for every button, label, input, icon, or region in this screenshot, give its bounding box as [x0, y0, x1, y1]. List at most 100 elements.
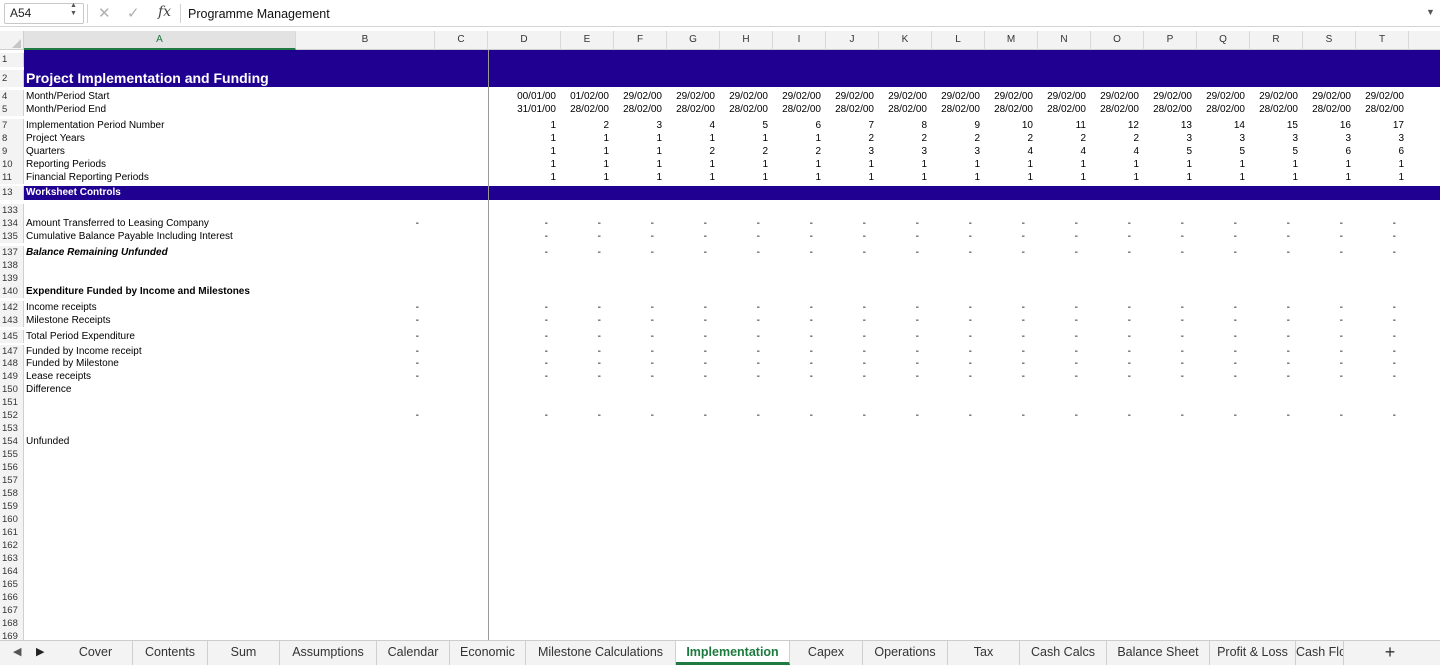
formula-input[interactable] — [188, 5, 1408, 22]
empty-value[interactable]: - — [1075, 370, 1078, 383]
empty-value[interactable]: - — [1181, 370, 1184, 383]
timeline-value[interactable]: 1 — [1133, 158, 1139, 171]
sheet-tab-capex[interactable]: Capex — [790, 641, 863, 665]
timeline-value[interactable]: 1 — [550, 171, 556, 184]
empty-value[interactable]: - — [1393, 217, 1396, 230]
timeline-value[interactable]: 2 — [709, 145, 715, 158]
empty-value[interactable]: - — [757, 370, 760, 383]
timeline-value[interactable]: 29/02/00 — [941, 90, 980, 103]
row-header[interactable]: 11 — [0, 171, 24, 184]
timeline-value[interactable]: 4 — [709, 119, 715, 132]
timeline-value[interactable]: 4 — [1133, 145, 1139, 158]
sheet-tab-cash-calcs[interactable]: Cash Calcs — [1020, 641, 1107, 665]
timeline-value[interactable]: 1 — [550, 119, 556, 132]
empty-value[interactable]: - — [810, 230, 813, 243]
tab-scroll-right-icon[interactable]: ▶ — [36, 645, 44, 658]
row-header[interactable]: 10 — [0, 158, 24, 171]
column-b-value[interactable]: - — [416, 357, 419, 370]
column-header-r[interactable]: R — [1250, 31, 1303, 50]
timeline-value[interactable]: 1 — [1345, 171, 1351, 184]
chevron-down-icon[interactable]: ▼ — [1426, 7, 1435, 17]
timeline-value[interactable]: 29/02/00 — [835, 90, 874, 103]
empty-value[interactable]: - — [598, 230, 601, 243]
empty-value[interactable]: - — [1181, 301, 1184, 314]
empty-value[interactable]: - — [651, 230, 654, 243]
timeline-value[interactable]: 00/01/00 — [517, 90, 556, 103]
empty-value[interactable]: - — [1340, 357, 1343, 370]
timeline-value[interactable]: 4 — [1080, 145, 1086, 158]
timeline-value[interactable]: 2 — [974, 132, 980, 145]
empty-value[interactable]: - — [1128, 246, 1131, 259]
timeline-value[interactable]: 1 — [1292, 171, 1298, 184]
row-header[interactable]: 155 — [0, 448, 24, 461]
row-label[interactable]: Amount Transferred to Leasing Company — [26, 217, 209, 230]
empty-value[interactable]: - — [757, 246, 760, 259]
timeline-value[interactable]: 1 — [656, 171, 662, 184]
empty-value[interactable]: - — [863, 314, 866, 327]
column-header-b[interactable]: B — [296, 31, 435, 50]
row-label[interactable]: Income receipts — [26, 301, 97, 314]
timeline-value[interactable]: 1 — [921, 171, 927, 184]
empty-value[interactable]: - — [1340, 301, 1343, 314]
row-label[interactable]: Milestone Receipts — [26, 314, 110, 327]
timeline-value[interactable]: 12 — [1128, 119, 1139, 132]
row-label[interactable]: Expenditure Funded by Income and Milesto… — [26, 285, 250, 298]
empty-value[interactable]: - — [598, 314, 601, 327]
timeline-value[interactable]: 2 — [603, 119, 609, 132]
timeline-value[interactable]: 29/02/00 — [623, 90, 662, 103]
timeline-value[interactable]: 1 — [815, 132, 821, 145]
row-header[interactable]: 167 — [0, 604, 24, 617]
empty-value[interactable]: - — [916, 370, 919, 383]
empty-value[interactable]: - — [916, 314, 919, 327]
timeline-value[interactable]: 2 — [921, 132, 927, 145]
empty-value[interactable]: - — [1181, 246, 1184, 259]
row-label[interactable]: Month/Period Start — [26, 90, 109, 103]
sheet-tab-cash-flo[interactable]: Cash Flo — [1296, 641, 1344, 665]
timeline-value[interactable]: 28/02/00 — [1100, 103, 1139, 116]
row-label[interactable]: Total Period Expenditure — [26, 330, 135, 343]
empty-value[interactable]: - — [1022, 230, 1025, 243]
column-b-value[interactable]: - — [416, 370, 419, 383]
timeline-value[interactable]: 2 — [868, 132, 874, 145]
sheet-tab-contents[interactable]: Contents — [133, 641, 208, 665]
empty-value[interactable]: - — [651, 357, 654, 370]
empty-value[interactable]: - — [969, 217, 972, 230]
empty-value[interactable]: - — [651, 217, 654, 230]
empty-value[interactable]: - — [916, 301, 919, 314]
timeline-value[interactable]: 29/02/00 — [1365, 90, 1404, 103]
empty-value[interactable]: - — [545, 217, 548, 230]
row-header[interactable]: 140 — [0, 285, 24, 298]
timeline-value[interactable]: 1 — [815, 171, 821, 184]
empty-value[interactable]: - — [757, 217, 760, 230]
timeline-value[interactable]: 13 — [1181, 119, 1192, 132]
empty-value[interactable]: - — [1128, 301, 1131, 314]
empty-value[interactable]: - — [863, 357, 866, 370]
empty-value[interactable]: - — [1340, 330, 1343, 343]
timeline-value[interactable]: 28/02/00 — [1153, 103, 1192, 116]
tab-scroll-left-icon[interactable]: ◀ — [13, 645, 21, 658]
timeline-value[interactable]: 01/02/00 — [570, 90, 609, 103]
timeline-value[interactable]: 1 — [1133, 171, 1139, 184]
empty-value[interactable]: - — [863, 230, 866, 243]
empty-value[interactable]: - — [1181, 314, 1184, 327]
empty-value[interactable]: - — [651, 314, 654, 327]
empty-value[interactable]: - — [1287, 230, 1290, 243]
empty-value[interactable]: - — [1022, 301, 1025, 314]
timeline-value[interactable]: 1 — [974, 158, 980, 171]
empty-value[interactable]: - — [1340, 230, 1343, 243]
timeline-value[interactable]: 1 — [709, 132, 715, 145]
row-header[interactable]: 158 — [0, 487, 24, 500]
worksheet-grid[interactable]: 1 2 Project Implementation and Funding 4 Mon… — [0, 50, 1440, 640]
empty-value[interactable]: - — [757, 314, 760, 327]
timeline-value[interactable]: 1 — [1027, 171, 1033, 184]
timeline-value[interactable]: 4 — [1027, 145, 1033, 158]
timeline-value[interactable]: 3 — [868, 145, 874, 158]
row-header[interactable]: 150 — [0, 383, 24, 396]
name-box-stepper-icon[interactable]: ▲ ▼ — [70, 2, 77, 18]
empty-value[interactable]: - — [863, 370, 866, 383]
timeline-value[interactable]: 29/02/00 — [1259, 90, 1298, 103]
empty-value[interactable]: - — [651, 370, 654, 383]
row-header[interactable]: 166 — [0, 591, 24, 604]
empty-value[interactable]: - — [1234, 370, 1237, 383]
column-header-h[interactable]: H — [720, 31, 773, 50]
